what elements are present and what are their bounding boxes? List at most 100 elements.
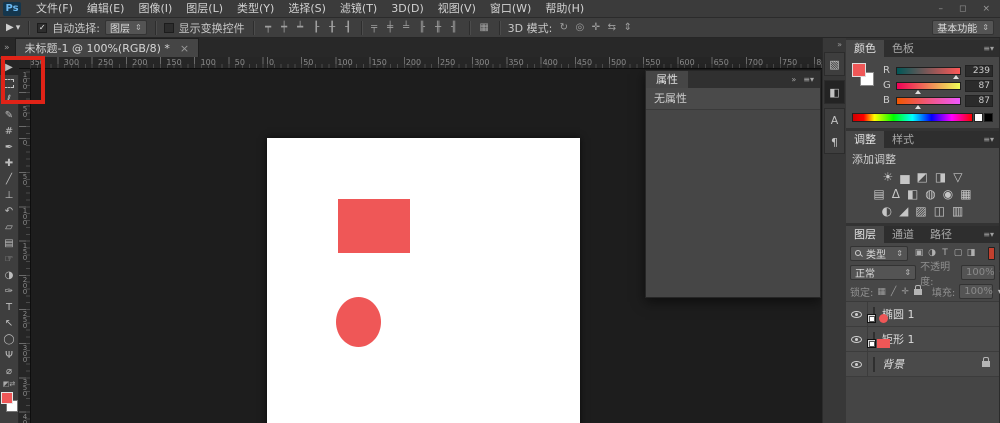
color-balance-icon[interactable]: Δ	[892, 187, 900, 201]
layer-filter-type-dropdown[interactable]: 类型 ⇕	[850, 246, 908, 261]
tab-color[interactable]: 颜色	[846, 40, 884, 57]
zoom-tool[interactable]: ⌀	[0, 363, 19, 379]
tab-paths[interactable]: 路径	[922, 226, 960, 243]
align-bottom-edges-icon[interactable]: ┷	[294, 22, 307, 33]
collapse-panel-icon[interactable]: »	[791, 75, 796, 84]
brightness-contrast-icon[interactable]: ☀	[883, 170, 894, 184]
healing-brush-tool[interactable]: ✚	[0, 155, 19, 171]
brush-tool[interactable]: ╱	[0, 171, 19, 187]
layer-filtering-toggle[interactable]	[988, 247, 995, 260]
tool-preset-picker[interactable]: ▶ ▾	[6, 22, 20, 33]
levels-icon[interactable]: ▅	[900, 170, 909, 184]
opacity-dropdown[interactable]: 100% ▾	[961, 265, 995, 280]
3d-rotate-icon[interactable]: ↻	[557, 22, 570, 33]
distribute-bottom-edges-icon[interactable]: ╧	[400, 22, 413, 33]
toolbar-collapse-icon[interactable]: »	[4, 43, 10, 53]
channel-r-slider[interactable]	[896, 67, 961, 75]
filter-type-layers-icon[interactable]: T	[940, 248, 950, 258]
smudge-tool[interactable]: ☞	[0, 251, 19, 267]
layer-thumbnail-cell[interactable]	[868, 333, 882, 346]
close-button[interactable]: ×	[982, 4, 990, 14]
red-rectangle-shape[interactable]	[338, 199, 410, 253]
lock-image-pixels-icon[interactable]: ╱	[891, 287, 896, 297]
distribute-horizontal-centers-icon[interactable]: ╫	[432, 22, 445, 33]
menu-item[interactable]: 图像(I)	[131, 0, 179, 18]
distribute-vertical-centers-icon[interactable]: ╪	[384, 22, 397, 33]
layer-thumbnail-cell[interactable]	[868, 358, 882, 371]
menu-item[interactable]: 帮助(H)	[538, 0, 591, 18]
vibrance-icon[interactable]: ▽	[953, 170, 962, 184]
hue-saturation-icon[interactable]: ▤	[873, 187, 884, 201]
pen-tool[interactable]: ✑	[0, 283, 19, 299]
layer-thumbnail-cell[interactable]	[868, 308, 882, 321]
clone-stamp-tool[interactable]: ⊥	[0, 187, 19, 203]
eraser-tool[interactable]: ▱	[0, 219, 19, 235]
document-canvas[interactable]	[267, 138, 580, 423]
type-tool[interactable]: T	[0, 299, 19, 315]
layer-visibility-cell[interactable]	[846, 327, 868, 351]
auto-select-checkbox[interactable]: ✓	[37, 23, 47, 33]
gradient-map-icon[interactable]: ▥	[952, 204, 963, 218]
menu-item[interactable]: 3D(D)	[384, 0, 431, 18]
filter-smart-objects-icon[interactable]: ◨	[966, 248, 976, 258]
show-transform-checkbox[interactable]	[164, 23, 174, 33]
filter-shape-layers-icon[interactable]: ▢	[953, 248, 963, 258]
quick-selection-tool[interactable]: ✎	[0, 107, 19, 123]
align-right-edges-icon[interactable]: ┨	[342, 22, 355, 33]
brush-presets-panel-icon[interactable]: ▧	[825, 53, 844, 75]
layer-visibility-cell[interactable]	[846, 302, 868, 326]
curves-icon[interactable]: ◩	[917, 170, 928, 184]
properties-panel-icon[interactable]: ◧	[825, 81, 844, 103]
history-brush-tool[interactable]: ↶	[0, 203, 19, 219]
menu-item[interactable]: 窗口(W)	[483, 0, 538, 18]
color-swap-icons[interactable]: ◩⇄	[3, 379, 15, 389]
hand-tool[interactable]: Ψ	[0, 347, 19, 363]
channel-g-value[interactable]: 87	[965, 80, 993, 92]
fill-dropdown[interactable]: 100% ▾	[959, 284, 993, 299]
menu-item[interactable]: 视图(V)	[431, 0, 483, 18]
lock-position-icon[interactable]: ✛	[901, 287, 909, 297]
menu-item[interactable]: 类型(Y)	[230, 0, 281, 18]
slider-marker-icon[interactable]	[953, 75, 959, 79]
3d-drag-icon[interactable]: ✛	[589, 22, 602, 33]
align-top-edges-icon[interactable]: ┯	[262, 22, 275, 33]
layer-row[interactable]: 矩形 1	[846, 327, 999, 352]
foreground-color-swatch[interactable]	[852, 63, 866, 77]
distribute-right-edges-icon[interactable]: ╢	[448, 22, 461, 33]
gradient-tool[interactable]: ▤	[0, 235, 19, 251]
document-tab[interactable]: 未标题-1 @ 100%(RGB/8) * ×	[15, 38, 200, 57]
threshold-icon[interactable]: ▨	[915, 204, 926, 218]
blend-mode-dropdown[interactable]: 正常 ⇕	[850, 265, 916, 280]
panel-menu-icon[interactable]: ≡▾	[803, 75, 814, 84]
filter-adjustment-layers-icon[interactable]: ◑	[927, 248, 937, 258]
color-spectrum-ramp[interactable]	[852, 113, 973, 122]
invert-icon[interactable]: ◐	[882, 204, 892, 218]
menu-item[interactable]: 编辑(E)	[80, 0, 132, 18]
tab-styles[interactable]: 样式	[884, 131, 922, 148]
channel-r-value[interactable]: 239	[965, 65, 993, 77]
layer-row[interactable]: 椭圆 1	[846, 302, 999, 327]
dodge-tool[interactable]: ◑	[0, 267, 19, 283]
minimize-button[interactable]: –	[938, 4, 943, 14]
red-ellipse-shape[interactable]	[336, 297, 381, 347]
crop-tool[interactable]: #	[0, 123, 19, 139]
align-horizontal-centers-icon[interactable]: ╂	[326, 22, 339, 33]
align-left-edges-icon[interactable]: ┠	[310, 22, 323, 33]
align-vertical-centers-icon[interactable]: ┿	[278, 22, 291, 33]
tab-channels[interactable]: 通道	[884, 226, 922, 243]
workspace-switcher[interactable]: 基本功能 ⇕	[932, 20, 994, 35]
menu-item[interactable]: 选择(S)	[281, 0, 333, 18]
layer-visibility-cell[interactable]	[846, 352, 868, 376]
channel-b-value[interactable]: 87	[965, 95, 993, 107]
eyedropper-tool[interactable]: ✒	[0, 139, 19, 155]
black-swatch[interactable]	[984, 113, 993, 122]
black-white-icon[interactable]: ◧	[907, 187, 918, 201]
tab-swatches[interactable]: 色板	[884, 40, 922, 57]
menu-item[interactable]: 文件(F)	[29, 0, 80, 18]
panel-menu-icon[interactable]: ≡▾	[983, 135, 999, 144]
character-panel-icon[interactable]: A	[825, 109, 844, 131]
layer-row[interactable]: 背景	[846, 352, 999, 377]
foreground-color-swatch[interactable]	[1, 392, 13, 404]
auto-select-target-dropdown[interactable]: 图层 ⇕	[105, 20, 147, 35]
distribute-top-edges-icon[interactable]: ╤	[368, 22, 381, 33]
